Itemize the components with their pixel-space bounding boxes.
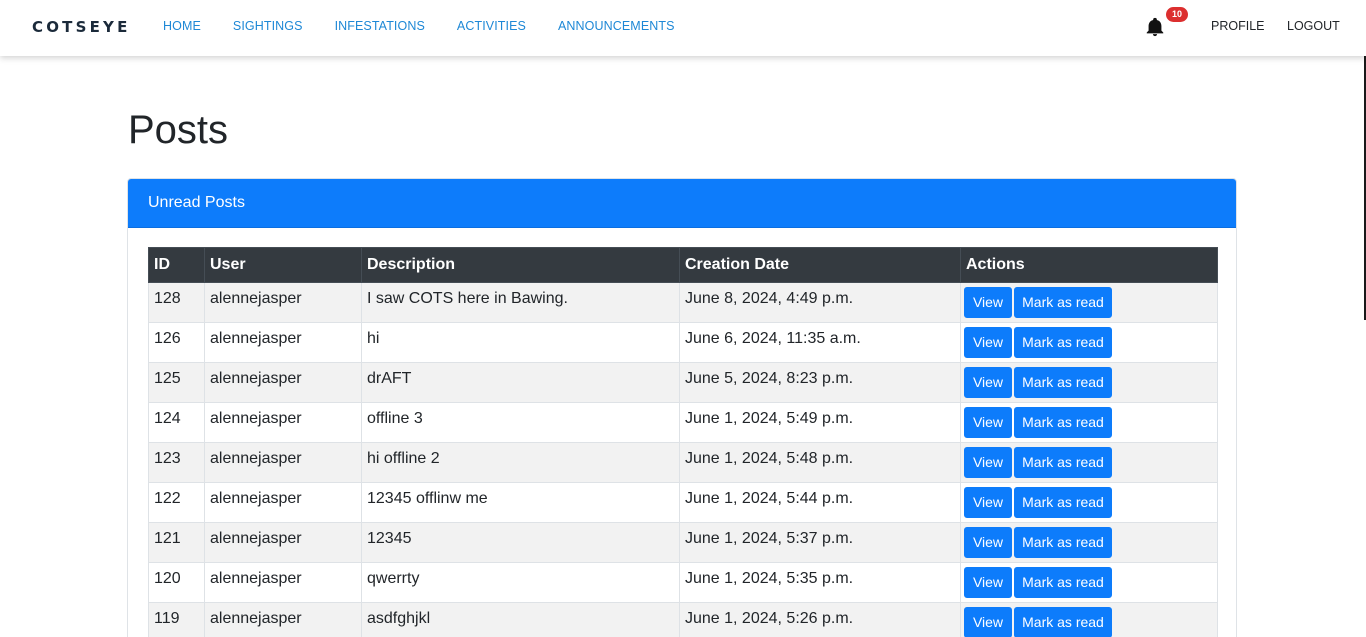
mark-as-read-button[interactable]: Mark as read	[1014, 527, 1112, 558]
header-description: Description	[361, 247, 680, 283]
page-title: Posts	[128, 108, 229, 152]
nav-logout[interactable]: LOGOUT	[1287, 19, 1340, 33]
cell-id: 123	[148, 442, 205, 483]
cell-description: drAFT	[361, 362, 680, 403]
cell-description: hi	[361, 322, 680, 363]
cell-description: qwerrty	[361, 562, 680, 603]
cell-id: 128	[148, 282, 205, 323]
table-row: 128 alennejasper I saw COTS here in Bawing…	[148, 282, 1218, 323]
view-button[interactable]: View	[964, 527, 1012, 558]
header-creation-date: Creation Date	[679, 247, 961, 283]
bell-icon[interactable]	[1144, 16, 1166, 38]
brand-logo[interactable]: COTSEYE	[32, 18, 131, 36]
cell-user: alennejasper	[204, 282, 362, 323]
cell-actions: View Mark as read	[960, 602, 1218, 637]
cell-description: I saw COTS here in Bawing.	[361, 282, 680, 323]
table-row: 119 alennejasper asdfghjkl June 1, 2024, 5:…	[148, 602, 1218, 637]
view-button[interactable]: View	[964, 447, 1012, 478]
brand-text: COTSEYE	[32, 18, 131, 36]
cell-actions: View Mark as read	[960, 482, 1218, 523]
header-id: ID	[148, 247, 205, 283]
cell-creation-date: June 1, 2024, 5:26 p.m.	[679, 602, 961, 637]
table-row: 123 alennejasper hi offline 2 June 1, 2024,…	[148, 442, 1218, 483]
table-header-row: ID User Description Creation Date Action…	[148, 247, 1218, 283]
table-row: 122 alennejasper 12345 offlinw me June 1, 2…	[148, 482, 1218, 523]
mark-as-read-button[interactable]: Mark as read	[1014, 287, 1112, 318]
nav-home[interactable]: HOME	[163, 19, 201, 33]
table-row: 120 alennejasper qwerrty June 1, 2024, 5:35…	[148, 562, 1218, 603]
cell-user: alennejasper	[204, 442, 362, 483]
cell-creation-date: June 1, 2024, 5:35 p.m.	[679, 562, 961, 603]
cell-description: hi offline 2	[361, 442, 680, 483]
table-row: 126 alennejasper hi June 6, 2024, 11:35 a.m…	[148, 322, 1218, 363]
cell-user: alennejasper	[204, 602, 362, 637]
cell-user: alennejasper	[204, 402, 362, 443]
cell-user: alennejasper	[204, 482, 362, 523]
top-navbar: COTSEYE HOME SIGHTINGS INFESTATIONS ACTI…	[0, 0, 1366, 56]
cell-creation-date: June 1, 2024, 5:37 p.m.	[679, 522, 961, 563]
cell-actions: View Mark as read	[960, 522, 1218, 563]
cell-id: 120	[148, 562, 205, 603]
mark-as-read-button[interactable]: Mark as read	[1014, 447, 1112, 478]
cell-creation-date: June 8, 2024, 4:49 p.m.	[679, 282, 961, 323]
unread-posts-card: Unread Posts ID User Description Creatio…	[127, 178, 1237, 637]
cell-id: 119	[148, 602, 205, 637]
cell-actions: View Mark as read	[960, 442, 1218, 483]
cell-id: 125	[148, 362, 205, 403]
nav-activities[interactable]: ACTIVITIES	[457, 19, 526, 33]
view-button[interactable]: View	[964, 487, 1012, 518]
cell-creation-date: June 1, 2024, 5:44 p.m.	[679, 482, 961, 523]
mark-as-read-button[interactable]: Mark as read	[1014, 407, 1112, 438]
posts-table: ID User Description Creation Date Action…	[148, 247, 1218, 637]
view-button[interactable]: View	[964, 607, 1012, 637]
cell-actions: View Mark as read	[960, 402, 1218, 443]
cell-user: alennejasper	[204, 522, 362, 563]
cell-user: alennejasper	[204, 322, 362, 363]
nav-sightings[interactable]: SIGHTINGS	[233, 19, 303, 33]
header-user: User	[204, 247, 362, 283]
cell-actions: View Mark as read	[960, 362, 1218, 403]
view-button[interactable]: View	[964, 287, 1012, 318]
cell-id: 121	[148, 522, 205, 563]
notification-badge[interactable]: 10	[1166, 7, 1188, 22]
header-actions: Actions	[960, 247, 1218, 283]
table-row: 125 alennejasper drAFT June 5, 2024, 8:23 p…	[148, 362, 1218, 403]
nav-links: HOME SIGHTINGS INFESTATIONS ACTIVITIES A…	[163, 19, 707, 33]
mark-as-read-button[interactable]: Mark as read	[1014, 367, 1112, 398]
card-header: Unread Posts	[128, 179, 1236, 228]
view-button[interactable]: View	[964, 367, 1012, 398]
posts-table-wrap: ID User Description Creation Date Action…	[148, 247, 1218, 637]
cell-user: alennejasper	[204, 362, 362, 403]
table-row: 124 alennejasper offline 3 June 1, 2024, 5:…	[148, 402, 1218, 443]
cell-id: 126	[148, 322, 205, 363]
nav-announcements[interactable]: ANNOUNCEMENTS	[558, 19, 675, 33]
cell-creation-date: June 6, 2024, 11:35 a.m.	[679, 322, 961, 363]
cell-creation-date: June 5, 2024, 8:23 p.m.	[679, 362, 961, 403]
cell-creation-date: June 1, 2024, 5:49 p.m.	[679, 402, 961, 443]
cell-description: 12345	[361, 522, 680, 563]
cell-creation-date: June 1, 2024, 5:48 p.m.	[679, 442, 961, 483]
cell-actions: View Mark as read	[960, 562, 1218, 603]
view-button[interactable]: View	[964, 327, 1012, 358]
cell-description: asdfghjkl	[361, 602, 680, 637]
view-button[interactable]: View	[964, 567, 1012, 598]
mark-as-read-button[interactable]: Mark as read	[1014, 487, 1112, 518]
cell-user: alennejasper	[204, 562, 362, 603]
view-button[interactable]: View	[964, 407, 1012, 438]
mark-as-read-button[interactable]: Mark as read	[1014, 567, 1112, 598]
cell-description: offline 3	[361, 402, 680, 443]
cell-actions: View Mark as read	[960, 322, 1218, 363]
cell-id: 122	[148, 482, 205, 523]
nav-profile[interactable]: PROFILE	[1211, 19, 1265, 33]
nav-infestations[interactable]: INFESTATIONS	[335, 19, 425, 33]
table-row: 121 alennejasper 12345 June 1, 2024, 5:37 p…	[148, 522, 1218, 563]
mark-as-read-button[interactable]: Mark as read	[1014, 327, 1112, 358]
cell-id: 124	[148, 402, 205, 443]
cell-description: 12345 offlinw me	[361, 482, 680, 523]
cell-actions: View Mark as read	[960, 282, 1218, 323]
mark-as-read-button[interactable]: Mark as read	[1014, 607, 1112, 637]
